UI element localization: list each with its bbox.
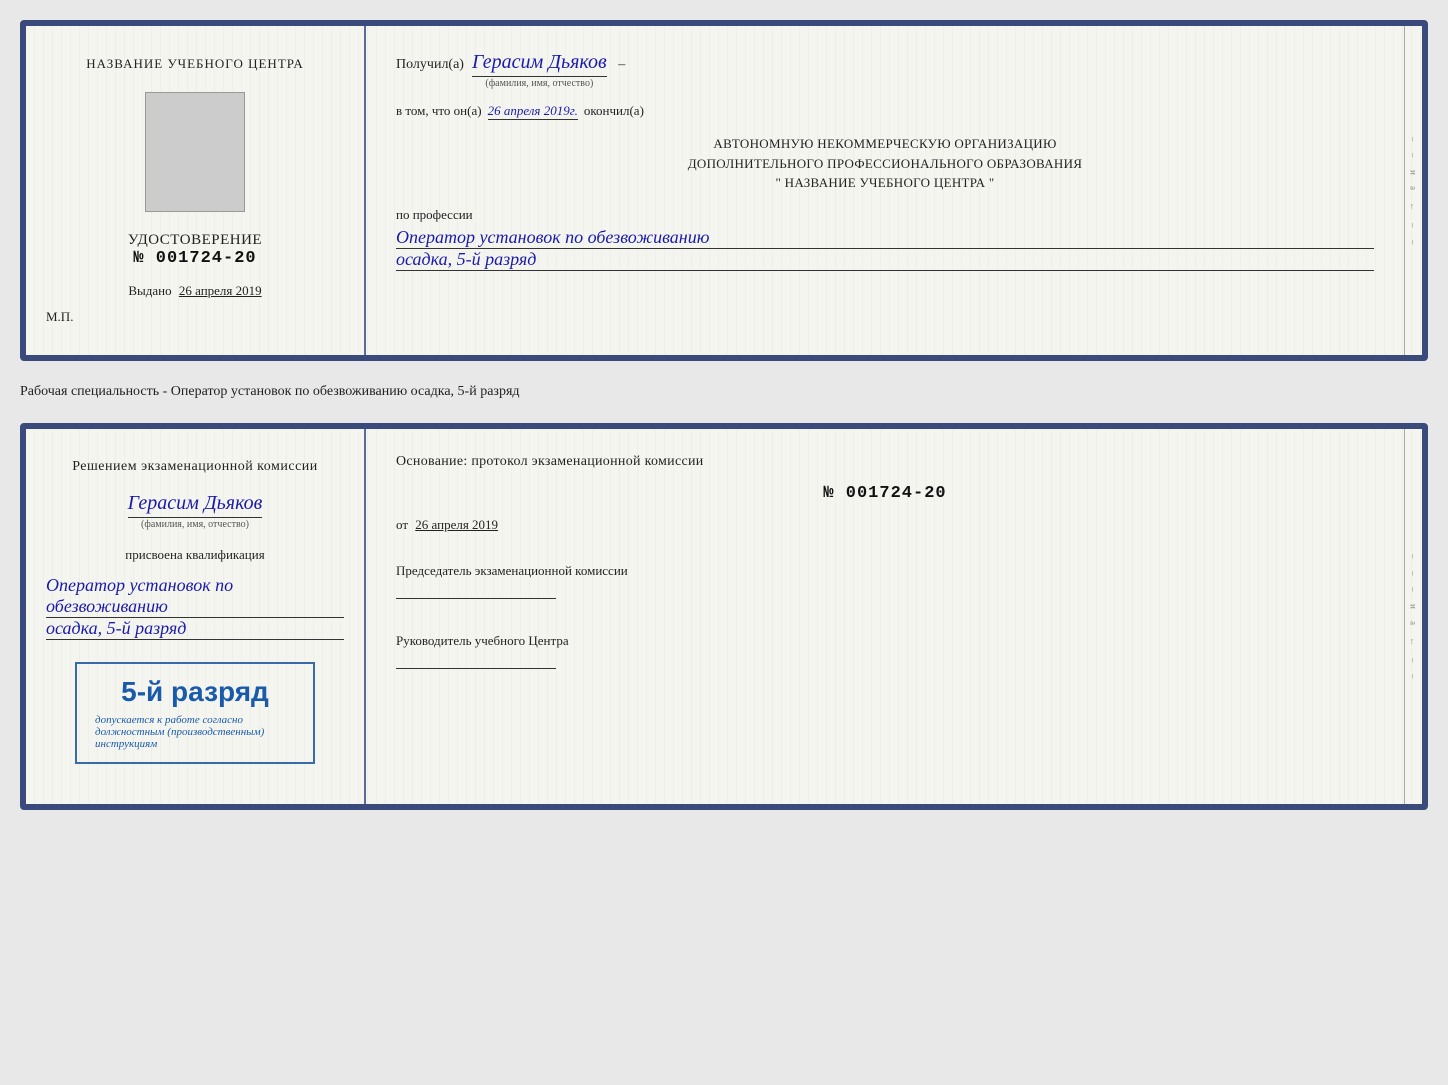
top-right-side-marks: – – и а ← – – xyxy=(1404,26,1422,355)
profession-block: по профессии Оператор установок по обезв… xyxy=(396,207,1374,271)
stamp-allowed-text: допускается к работе согласно должностны… xyxy=(95,714,295,750)
top-training-center-label: НАЗВАНИЕ УЧЕБНОГО ЦЕНТРА xyxy=(86,56,303,72)
org-block: АВТОНОМНУЮ НЕКОММЕРЧЕСКУЮ ОРГАНИЗАЦИЮ ДО… xyxy=(396,134,1374,193)
recipient-block: Получил(а) Герасим Дьяков (фамилия, имя,… xyxy=(396,51,1374,89)
director-signature-line xyxy=(396,649,556,669)
chairman-block: Председатель экзаменационной комиссии xyxy=(396,563,1374,603)
certificate-number: № 001724-20 xyxy=(128,249,262,268)
bottom-qual-block: Оператор установок по обезвоживанию осад… xyxy=(46,575,344,640)
recipient-name: Герасим Дьяков xyxy=(472,51,607,77)
protocol-date: от 26 апреля 2019 xyxy=(396,517,1374,533)
assigned-text: присвоена квалификация xyxy=(125,547,264,563)
photo-placeholder xyxy=(145,92,245,212)
stamp-label: М.П. xyxy=(46,309,73,325)
top-right-panel: Получил(а) Герасим Дьяков (фамилия, имя,… xyxy=(366,26,1404,355)
issued-line: Выдано 26 апреля 2019 xyxy=(128,283,261,299)
confirmation-block: в том, что он(а) 26 апреля 2019г. окончи… xyxy=(396,103,1374,120)
qual-line1: Оператор установок по обезвоживанию xyxy=(46,575,344,618)
profession-value: Оператор установок по обезвоживанию xyxy=(396,227,1374,249)
director-block: Руководитель учебного Центра xyxy=(396,633,1374,673)
bottom-left-panel: Решением экзаменационной комиссии Гераси… xyxy=(26,429,366,804)
bottom-right-panel: Основание: протокол экзаменационной коми… xyxy=(366,429,1404,804)
qual-line2: осадка, 5-й разряд xyxy=(46,618,344,640)
top-certificate-card: НАЗВАНИЕ УЧЕБНОГО ЦЕНТРА УДОСТОВЕРЕНИЕ №… xyxy=(20,20,1428,361)
bottom-person-subtext: (фамилия, имя, отчество) xyxy=(128,519,263,530)
stamp-rank-big: 5-й разряд xyxy=(95,676,295,708)
decision-text: Решением экзаменационной комиссии xyxy=(72,459,318,475)
protocol-number: № 001724-20 xyxy=(396,484,1374,503)
stamp-box: 5-й разряд допускается к работе согласно… xyxy=(75,662,315,764)
recipient-subtext: (фамилия, имя, отчество) xyxy=(472,78,607,89)
certificate-title: УДОСТОВЕРЕНИЕ xyxy=(128,232,262,249)
rank-value: осадка, 5-й разряд xyxy=(396,249,1374,271)
bottom-person-block: Герасим Дьяков (фамилия, имя, отчество) xyxy=(128,492,263,530)
document-container: НАЗВАНИЕ УЧЕБНОГО ЦЕНТРА УДОСТОВЕРЕНИЕ №… xyxy=(20,20,1428,810)
bottom-right-side-marks: – – – и а ← – – xyxy=(1404,429,1422,804)
bottom-person-name: Герасим Дьяков xyxy=(128,492,263,518)
top-left-panel: НАЗВАНИЕ УЧЕБНОГО ЦЕНТРА УДОСТОВЕРЕНИЕ №… xyxy=(26,26,366,355)
bottom-certificate-card: Решением экзаменационной комиссии Гераси… xyxy=(20,423,1428,810)
confirmation-date: 26 апреля 2019г. xyxy=(488,103,578,120)
basis-block: Основание: протокол экзаменационной коми… xyxy=(396,454,1374,470)
chairman-signature-line xyxy=(396,579,556,599)
between-label: Рабочая специальность - Оператор установ… xyxy=(20,379,1428,405)
